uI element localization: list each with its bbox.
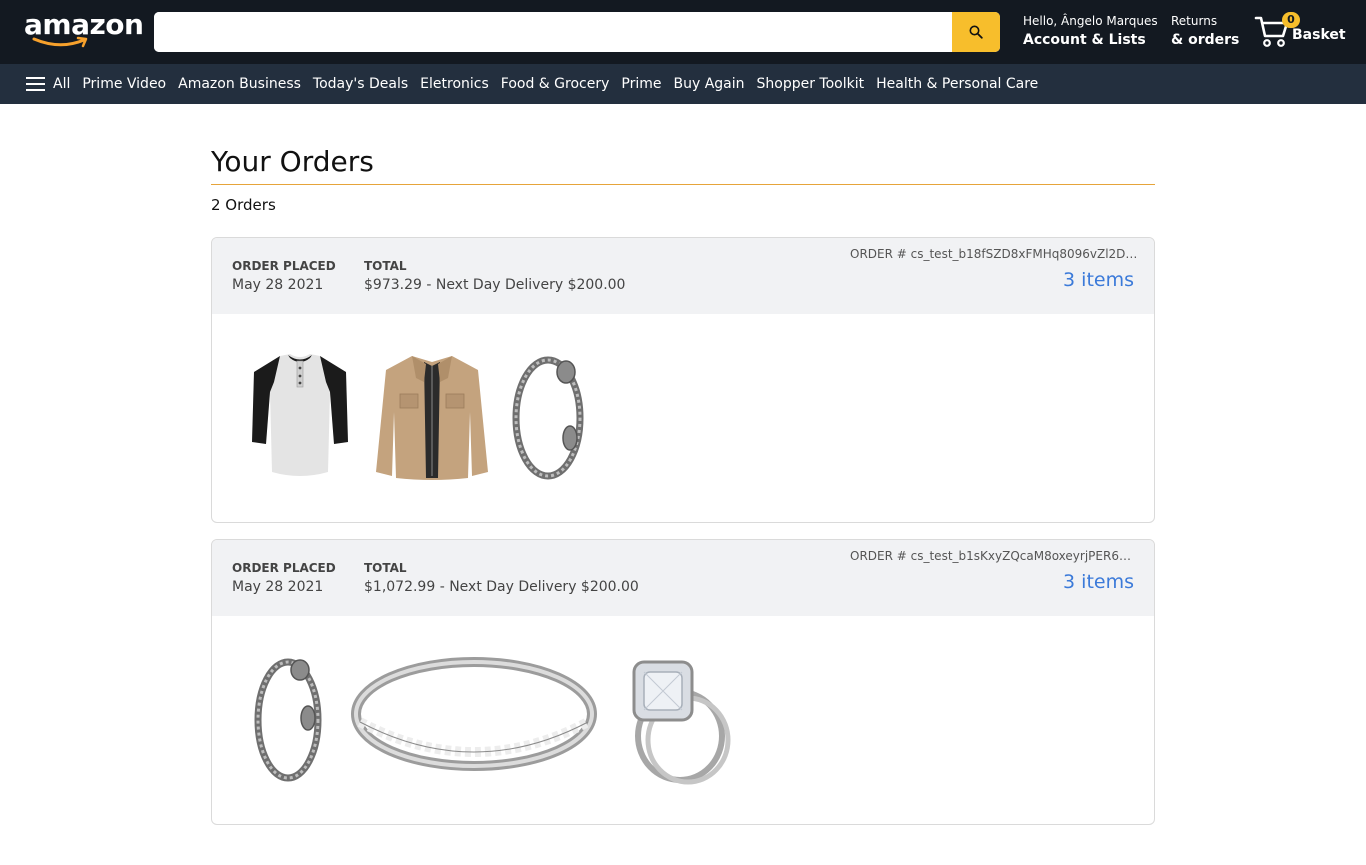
order-total-label: Total <box>364 259 407 273</box>
search-bar <box>154 12 1000 52</box>
menu-icon <box>26 77 45 91</box>
nav-item-prime[interactable]: Prime <box>621 76 661 92</box>
nav-item-label: All <box>53 76 71 92</box>
basket-label: Basket <box>1292 27 1346 43</box>
basket-button[interactable]: 0 Basket <box>1254 12 1354 52</box>
orders-label: & orders <box>1171 32 1240 48</box>
search-icon <box>969 25 983 39</box>
top-header: amazon Hello, Ângelo Marques Account & L… <box>0 0 1366 64</box>
silver-bracelet-image[interactable] <box>508 352 588 484</box>
khaki-jacket-image[interactable] <box>372 352 492 484</box>
amazon-logo[interactable]: amazon <box>22 8 144 52</box>
nav-item-electronics[interactable]: Eletronics <box>420 76 489 92</box>
nav-item-food-grocery[interactable]: Food & Grocery <box>501 76 610 92</box>
order-number: ORDER # cs_test_b18fSZD8xFMHq8096vZl2DHF… <box>850 247 1140 261</box>
title-divider <box>211 184 1155 185</box>
order-placed-date: May 28 2021 <box>232 277 324 293</box>
returns-label: Returns <box>1171 14 1218 28</box>
nav-item-prime-video[interactable]: Prime Video <box>82 76 166 92</box>
nav-item-amazon-business[interactable]: Amazon Business <box>178 76 301 92</box>
nav-item-all[interactable]: All <box>26 76 70 92</box>
nav-item-buy-again[interactable]: Buy Again <box>673 76 744 92</box>
account-greeting: Hello, Ângelo Marques <box>1023 14 1158 28</box>
order-header: Order Placed May 28 2021 Total $973.29 -… <box>212 238 1154 314</box>
order-items-link[interactable]: 3 items <box>1063 571 1134 593</box>
account-menu[interactable]: Hello, Ângelo Marques Account & Lists <box>1023 13 1158 51</box>
returns-orders-link[interactable]: Returns & orders <box>1171 13 1239 51</box>
diamond-band-ring-image[interactable] <box>350 656 598 776</box>
order-card: Order Placed May 28 2021 Total $973.29 -… <box>211 237 1155 523</box>
halo-engagement-ring-image[interactable] <box>620 656 732 786</box>
smile-arrow-icon <box>32 36 88 48</box>
order-total-value: $1,072.99 - Next Day Delivery $200.00 <box>364 579 639 595</box>
order-placed-label: Order Placed <box>232 561 336 575</box>
search-button[interactable] <box>952 12 1000 52</box>
order-total-value: $973.29 - Next Day Delivery $200.00 <box>364 277 626 293</box>
nav-item-shopper-toolkit[interactable]: Shopper Toolkit <box>757 76 865 92</box>
order-header: Order Placed May 28 2021 Total $1,072.99… <box>212 540 1154 616</box>
silver-bracelet-image[interactable] <box>248 654 328 786</box>
order-number: ORDER # cs_test_b1sKxyZQcaM8oxeyrjPER6Mc… <box>850 549 1140 563</box>
page-title: Your Orders <box>211 145 374 178</box>
order-placed-label: Order Placed <box>232 259 336 273</box>
order-card: Order Placed May 28 2021 Total $1,072.99… <box>211 539 1155 825</box>
order-placed-date: May 28 2021 <box>232 579 324 595</box>
basket-count-badge: 0 <box>1282 12 1300 28</box>
nav-bar: All Prime Video Amazon Business Today's … <box>0 64 1366 104</box>
nav-item-health-personal-care[interactable]: Health & Personal Care <box>876 76 1038 92</box>
search-input[interactable] <box>154 12 952 52</box>
order-items-link[interactable]: 3 items <box>1063 269 1134 291</box>
order-count: 2 Orders <box>211 196 276 214</box>
nav-item-todays-deals[interactable]: Today's Deals <box>313 76 408 92</box>
order-total-label: Total <box>364 561 407 575</box>
henley-shirt-image[interactable] <box>250 352 350 482</box>
account-lists-label: Account & Lists <box>1023 32 1146 48</box>
